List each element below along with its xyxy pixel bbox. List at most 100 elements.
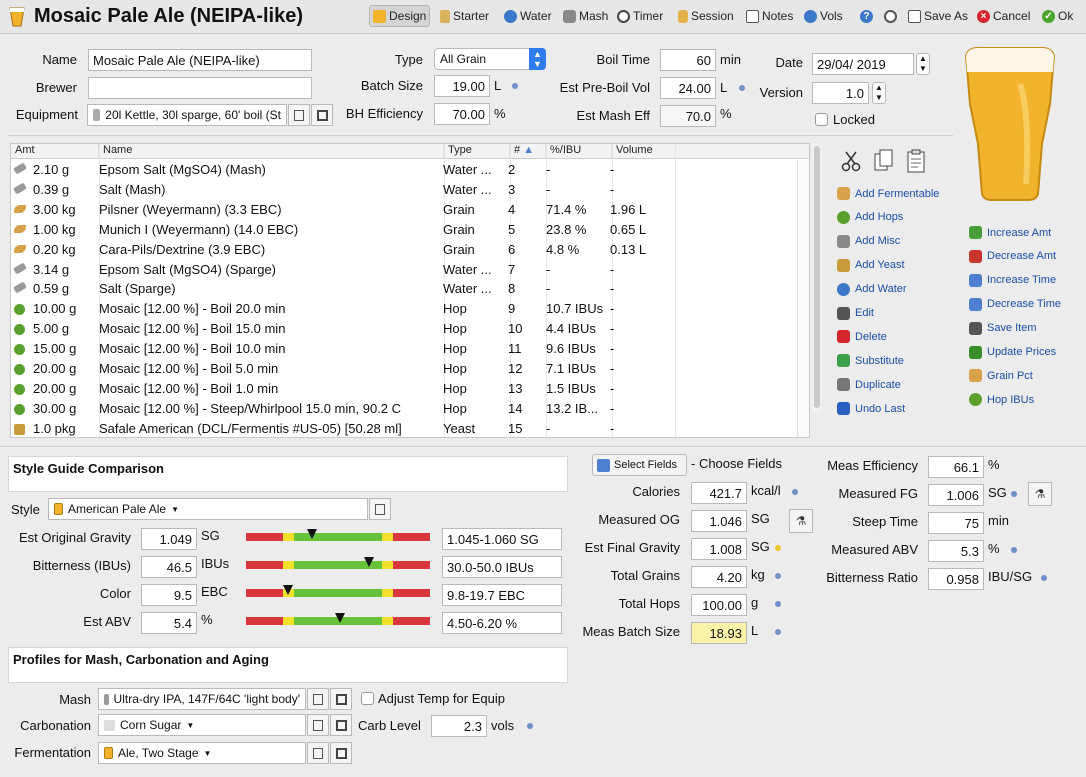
save-as-button[interactable]: Save As — [905, 5, 971, 27]
equipment-select[interactable]: 20l Kettle, 30l sparge, 60' boil (St — [87, 104, 287, 126]
stat-info-dot[interactable] — [1011, 547, 1017, 553]
edit-equipment-button[interactable] — [288, 104, 310, 126]
add-hops-button[interactable]: Add Hops — [837, 210, 903, 224]
stat-info-dot[interactable] — [775, 545, 781, 551]
edit-mash-button[interactable] — [307, 688, 329, 710]
tab-water[interactable]: Water — [501, 5, 555, 27]
add-yeast-button[interactable]: Add Yeast — [837, 258, 905, 272]
batch-info-dot[interactable] — [512, 83, 518, 89]
increase-amt-button[interactable]: Increase Amt — [969, 226, 1051, 239]
date-field[interactable]: 29/04/ 2019 — [812, 53, 914, 75]
carb-level-field[interactable]: 2.3 — [431, 715, 487, 737]
carbonation-select[interactable]: Corn Sugar ▼ — [98, 714, 306, 736]
stat-value[interactable]: 1.046 — [691, 510, 747, 532]
increase-time-button[interactable]: Increase Time — [969, 273, 1056, 287]
table-row[interactable]: 15.00 g Mosaic [12.00 %] - Boil 10.0 min… — [11, 339, 809, 359]
save-item-button[interactable]: Save Item — [969, 321, 1037, 335]
outer-scrollbar[interactable] — [812, 143, 822, 413]
table-row[interactable]: 5.00 g Mosaic [12.00 %] - Boil 15.0 min … — [11, 319, 809, 339]
table-row[interactable]: 2.10 g Epsom Salt (MgSO4) (Mash) Water .… — [11, 160, 809, 180]
cancel-button[interactable]: × Cancel — [974, 5, 1033, 27]
substitute-button[interactable]: Substitute — [837, 354, 904, 368]
edit-carbonation-button[interactable] — [307, 714, 329, 736]
ok-button[interactable]: ✓ Ok — [1039, 5, 1076, 27]
edit-button[interactable]: Edit — [837, 306, 874, 320]
add-misc-button[interactable]: Add Misc — [837, 234, 900, 248]
stat-value[interactable]: 421.7 — [691, 482, 747, 504]
fermentation-select[interactable]: Ale, Two Stage ▼ — [98, 742, 306, 764]
mash-profile-select[interactable]: Ultra-dry IPA, 147F/64C 'light body' — [98, 688, 306, 710]
carb-info-dot[interactable] — [527, 723, 533, 729]
stat-value[interactable]: 1.008 — [691, 538, 747, 560]
refractometer-button[interactable]: ⚗ — [1028, 482, 1052, 506]
stat-value[interactable]: 75 — [928, 512, 984, 534]
table-row[interactable]: 0.39 g Salt (Mash) Water ... 3 - - — [11, 180, 809, 200]
stat-value[interactable]: 5.3 — [928, 540, 984, 562]
table-row[interactable]: 20.00 g Mosaic [12.00 %] - Boil 5.0 min … — [11, 359, 809, 379]
undo-last-button[interactable]: Undo Last — [837, 402, 905, 416]
add-water-button[interactable]: Add Water — [837, 282, 907, 296]
stat-info-dot[interactable] — [1011, 491, 1017, 497]
edit-fermentation-button[interactable] — [307, 742, 329, 764]
col-header-number[interactable]: # ▲ — [510, 144, 546, 159]
save-equipment-button[interactable] — [311, 104, 333, 126]
edit-style-button[interactable] — [369, 498, 391, 520]
tab-mash[interactable]: Mash — [560, 5, 611, 27]
boil-time-field[interactable]: 60 — [660, 49, 716, 71]
save-fermentation-button[interactable] — [330, 742, 352, 764]
grain-pct-button[interactable]: Grain Pct — [969, 369, 1033, 383]
hydrometer-button[interactable]: ⚗ — [789, 509, 813, 533]
decrease-time-button[interactable]: Decrease Time — [969, 297, 1061, 311]
tab-notes[interactable]: Notes — [743, 5, 796, 27]
col-header-type[interactable]: Type — [444, 144, 510, 159]
stat-value[interactable]: 66.1 — [928, 456, 984, 478]
settings-button[interactable] — [881, 5, 900, 27]
scroll-thumb[interactable] — [814, 146, 820, 408]
tab-vols[interactable]: Vols — [801, 5, 846, 27]
tab-starter[interactable]: Starter — [437, 5, 492, 27]
table-row[interactable]: 1.0 pkg Safale American (DCL/Fermentis #… — [11, 419, 809, 437]
copy-icon[interactable] — [873, 149, 895, 173]
table-row[interactable]: 0.59 g Salt (Sparge) Water ... 8 - - — [11, 279, 809, 299]
decrease-amt-button[interactable]: Decrease Amt — [969, 249, 1056, 263]
col-header-name[interactable]: Name — [99, 144, 444, 159]
stat-info-dot[interactable] — [775, 573, 781, 579]
add-fermentable-button[interactable]: Add Fermentable — [837, 187, 939, 200]
tab-session[interactable]: Session — [675, 5, 737, 27]
bh-efficiency-field[interactable]: 70.00 — [434, 103, 490, 125]
preboil-vol-field[interactable]: 24.00 — [660, 77, 716, 99]
save-mash-button[interactable] — [330, 688, 352, 710]
version-stepper[interactable]: ▲ ▼ — [872, 82, 886, 104]
brewer-field[interactable] — [88, 77, 312, 99]
help-button[interactable]: ? — [857, 5, 876, 27]
col-header-pct-ibu[interactable]: %/IBU — [546, 144, 612, 159]
stat-value[interactable]: 100.00 — [691, 594, 747, 616]
duplicate-button[interactable]: Duplicate — [837, 378, 901, 392]
style-select[interactable]: American Pale Ale ▼ — [48, 498, 368, 520]
table-row[interactable]: 1.00 kg Munich I (Weyermann) (14.0 EBC) … — [11, 220, 809, 240]
tab-timer[interactable]: Timer — [614, 5, 666, 27]
type-stepper-icon[interactable]: ▲ ▼ — [529, 48, 546, 70]
table-row[interactable]: 30.00 g Mosaic [12.00 %] - Steep/Whirlpo… — [11, 399, 809, 419]
select-fields-button[interactable]: Select Fields — [592, 454, 687, 476]
name-field[interactable]: Mosaic Pale Ale (NEIPA-like) — [88, 49, 312, 71]
delete-button[interactable]: Delete — [837, 330, 887, 344]
table-scrollbar[interactable] — [797, 160, 809, 437]
col-header-amt[interactable]: Amt — [11, 144, 99, 159]
locked-checkbox[interactable] — [815, 113, 828, 126]
adjust-temp-checkbox[interactable] — [361, 692, 374, 705]
stat-value[interactable]: 18.93 — [691, 622, 747, 644]
date-stepper[interactable]: ▲ ▼ — [916, 53, 930, 75]
version-field[interactable]: 1.0 — [812, 82, 869, 104]
stat-value[interactable]: 1.006 — [928, 484, 984, 506]
stat-info-dot[interactable] — [775, 629, 781, 635]
hop-ibus-button[interactable]: Hop IBUs — [969, 393, 1034, 407]
preboil-info-dot[interactable] — [739, 85, 745, 91]
table-row[interactable]: 20.00 g Mosaic [12.00 %] - Boil 1.0 min … — [11, 379, 809, 399]
batch-size-field[interactable]: 19.00 — [434, 75, 490, 97]
stat-info-dot[interactable] — [775, 601, 781, 607]
stat-info-dot[interactable] — [1041, 575, 1047, 581]
col-header-volume[interactable]: Volume — [612, 144, 809, 159]
save-carbonation-button[interactable] — [330, 714, 352, 736]
table-row[interactable]: 0.20 kg Cara-Pils/Dextrine (3.9 EBC) Gra… — [11, 240, 809, 260]
